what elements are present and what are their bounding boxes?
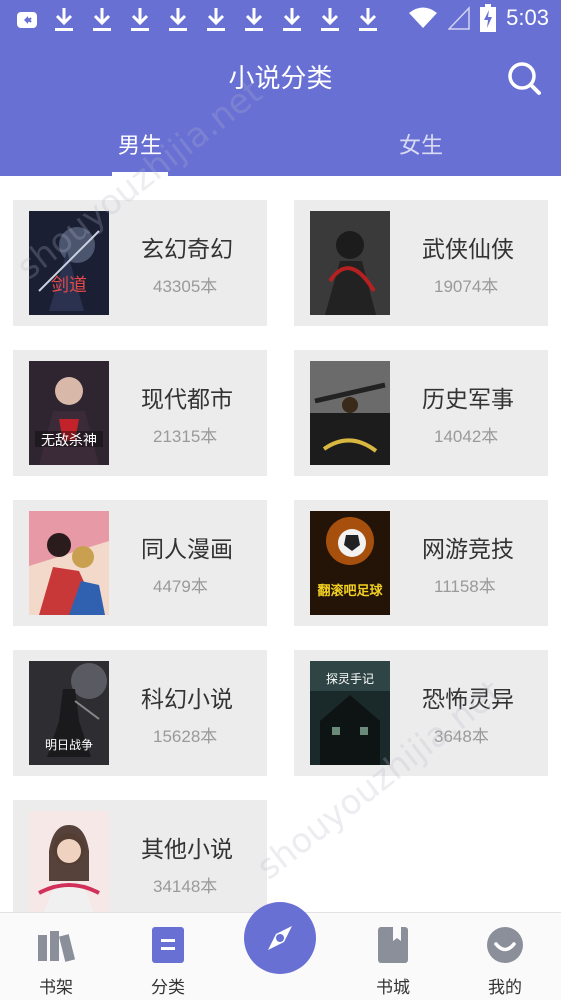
download-icon <box>93 8 111 31</box>
category-count: 15628本 <box>153 727 218 746</box>
category-count: 4479本 <box>153 577 208 596</box>
category-name: 同人漫画 <box>141 537 233 563</box>
download-icon <box>321 8 339 31</box>
category-card[interactable]: 历史军事 14042本 <box>294 350 548 476</box>
tab-female[interactable]: 女生 <box>351 128 491 174</box>
download-icon <box>55 8 73 31</box>
profile-icon <box>487 927 523 963</box>
search-icon[interactable] <box>506 60 542 96</box>
download-icon <box>207 8 225 31</box>
category-count: 21315本 <box>153 427 218 446</box>
category-icon <box>152 927 184 963</box>
book-cover: 翻滚吧足球 <box>310 511 390 615</box>
nav-label: 分类 <box>151 978 185 998</box>
category-card[interactable]: 其他小说 34148本 <box>13 800 267 926</box>
signal-icon <box>448 6 470 30</box>
category-count: 14042本 <box>434 427 499 446</box>
notification-icon <box>17 12 37 28</box>
category-card[interactable]: 明日战争 科幻小说 15628本 <box>13 650 267 776</box>
download-icon <box>359 8 377 31</box>
cover-title: 明日战争 <box>45 738 93 752</box>
bookshelf-icon <box>38 931 75 962</box>
category-card[interactable]: 剑道 玄幻奇幻 43305本 <box>13 200 267 326</box>
category-name: 其他小说 <box>141 837 233 863</box>
battery-charging-icon <box>480 4 497 32</box>
status-left-icons <box>16 6 380 34</box>
nav-bookshelf[interactable]: 书架 <box>16 913 96 1000</box>
cover-title: 剑道 <box>51 275 87 296</box>
download-icon <box>169 8 187 31</box>
category-name: 网游竞技 <box>422 537 514 563</box>
status-right-icons: 5:03 <box>408 4 549 32</box>
category-name: 历史军事 <box>422 387 514 413</box>
status-time: 5:03 <box>506 5 549 30</box>
book-cover <box>29 811 109 915</box>
category-card[interactable]: 翻滚吧足球 网游竞技 11158本 <box>294 500 548 626</box>
category-count: 34148本 <box>153 877 218 896</box>
nav-label: 书架 <box>39 978 73 998</box>
nav-bookstore[interactable]: 书城 <box>353 913 433 1000</box>
download-icon <box>283 8 301 31</box>
cover-title: 无敌杀神 <box>41 433 97 449</box>
book-cover <box>29 511 109 615</box>
wifi-icon <box>409 7 438 28</box>
cover-title: 探灵手记 <box>326 672 374 686</box>
nav-label: 我的 <box>488 978 522 998</box>
book-cover: 无敌杀神 <box>29 361 109 465</box>
book-cover: 明日战争 <box>29 661 109 765</box>
category-name: 科幻小说 <box>141 687 233 713</box>
bookstore-icon <box>378 927 408 963</box>
category-count: 19074本 <box>434 277 499 296</box>
tab-male[interactable]: 男生 <box>70 128 210 174</box>
book-cover: 探灵手记 <box>310 661 390 765</box>
nav-profile[interactable]: 我的 <box>465 913 545 1000</box>
category-name: 现代都市 <box>141 387 233 413</box>
book-cover <box>310 361 390 465</box>
page-title: 小说分类 <box>228 64 333 94</box>
category-count: 43305本 <box>153 277 218 296</box>
category-count: 3648本 <box>434 727 489 746</box>
category-count: 11158本 <box>434 577 496 596</box>
book-cover: 剑道 <box>29 211 109 315</box>
app-header: 5:03 小说分类 男生 女生 <box>0 0 561 176</box>
category-name: 玄幻奇幻 <box>141 237 233 263</box>
book-cover <box>310 211 390 315</box>
tab-indicator <box>112 172 168 176</box>
category-card[interactable]: 探灵手记 恐怖灵异 3648本 <box>294 650 548 776</box>
nav-label: 书城 <box>376 978 410 998</box>
category-card[interactable]: 武侠仙侠 19074本 <box>294 200 548 326</box>
status-bar: 5:03 <box>0 0 561 40</box>
category-name: 武侠仙侠 <box>422 237 514 263</box>
nav-category[interactable]: 分类 <box>128 913 208 1000</box>
cover-title: 翻滚吧足球 <box>317 583 383 599</box>
compass-icon <box>268 926 292 950</box>
download-icon <box>245 8 263 31</box>
discover-fab[interactable] <box>244 902 316 974</box>
category-name: 恐怖灵异 <box>422 687 514 713</box>
download-icon <box>131 8 149 31</box>
category-card[interactable]: 无敌杀神 现代都市 21315本 <box>13 350 267 476</box>
category-card[interactable]: 同人漫画 4479本 <box>13 500 267 626</box>
